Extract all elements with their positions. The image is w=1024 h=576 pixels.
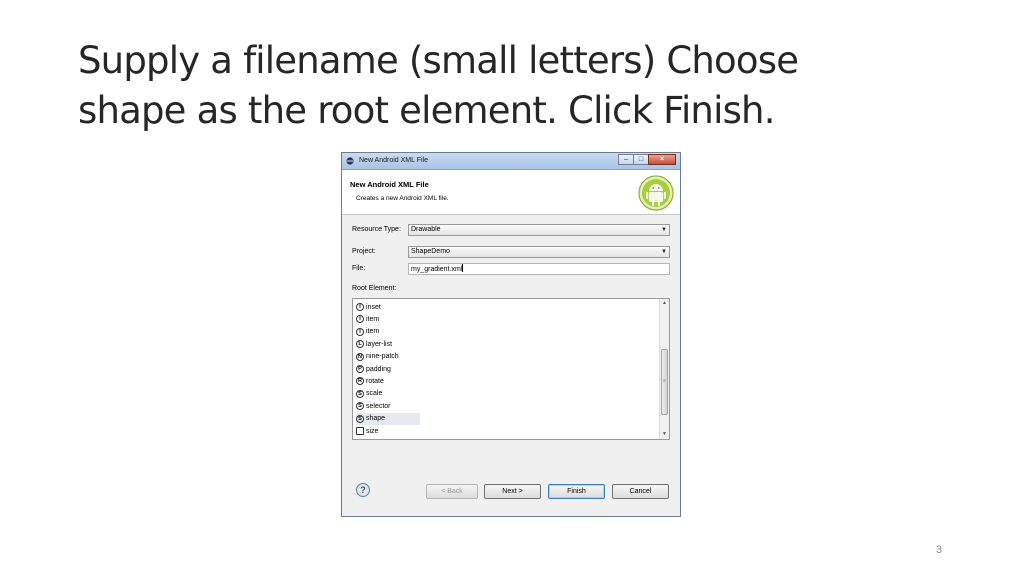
list-item[interactable]: Sscale	[356, 388, 420, 400]
project-label: Project:	[352, 248, 376, 255]
element-type-icon: P	[356, 365, 364, 373]
element-type-icon: I	[356, 327, 364, 336]
list-item-label: item	[366, 315, 380, 323]
eclipse-icon	[346, 157, 354, 165]
wizard-banner: New Android XML File Creates a new Andro…	[342, 170, 680, 215]
cancel-button[interactable]: Cancel	[612, 484, 669, 499]
list-item[interactable]: Iinset	[356, 301, 420, 313]
scroll-down-arrow-icon[interactable]: ▼	[660, 430, 669, 439]
element-type-icon: I	[356, 315, 364, 324]
list-item[interactable]: Llayer-list	[356, 338, 420, 350]
android-logo	[638, 175, 674, 211]
list-item-label: padding	[366, 365, 391, 373]
list-item-label: selector	[366, 402, 391, 410]
grip-icon: ≡	[663, 378, 666, 384]
resource-type-value: Drawable	[411, 226, 441, 233]
slide-title: Supply a filename (small letters) Choose…	[78, 36, 938, 136]
root-element-label: Root Element:	[352, 285, 397, 292]
element-type-icon: N	[356, 352, 364, 361]
list-item-label: shape	[366, 415, 386, 423]
list-item[interactable]: size	[356, 425, 420, 437]
dialog-titlebar[interactable]: New Android XML File – □ ×	[342, 153, 680, 170]
finish-button[interactable]: Finish	[548, 484, 605, 499]
slide-title-line-2: shape as the root element. Click Finish.	[78, 89, 775, 132]
minimize-icon: –	[624, 156, 628, 163]
list-item-label: rotate	[366, 377, 384, 385]
slide-page-number: 3	[936, 544, 943, 556]
project-select[interactable]: ShapeDemo ▼	[408, 246, 670, 258]
element-type-icon: S	[356, 402, 364, 411]
element-type-icon: S	[356, 389, 364, 398]
close-icon: ×	[659, 156, 665, 163]
back-button[interactable]: < Back	[426, 484, 478, 499]
list-item-label: size	[366, 427, 379, 435]
resource-type-row: Resource Type: Drawable ▼	[352, 224, 670, 236]
list-item[interactable]: Iitem	[356, 313, 420, 325]
file-name-value: my_gradient.xml	[411, 266, 463, 273]
list-item[interactable]: Sshape	[356, 412, 420, 425]
scroll-up-arrow-icon[interactable]: ▲	[660, 299, 669, 308]
list-item[interactable]: Ppadding	[356, 363, 420, 375]
slide-title-line-1: Supply a filename (small letters) Choose	[78, 39, 799, 82]
project-row: Project: ShapeDemo ▼	[352, 246, 670, 258]
resource-type-label: Resource Type:	[352, 226, 401, 233]
wizard-title: New Android XML File	[350, 180, 429, 189]
list-item-label: nine-patch	[366, 353, 399, 361]
maximize-button[interactable]: □	[633, 154, 649, 165]
list-item[interactable]: Rrotate	[356, 375, 420, 387]
list-item[interactable]: Iitem	[356, 326, 420, 338]
close-button[interactable]: ×	[648, 154, 676, 165]
element-type-icon	[356, 427, 364, 435]
chevron-down-icon: ▼	[661, 249, 667, 255]
chevron-down-icon: ▼	[661, 227, 667, 233]
list-item-label: scale	[366, 390, 383, 398]
file-row: File: my_gradient.xml	[352, 263, 670, 275]
text-caret	[462, 264, 464, 272]
element-type-icon: R	[356, 377, 364, 386]
root-element-list[interactable]: Iinset Iitem Iitem Llayer-list Nnine-patch Pp…	[352, 298, 670, 440]
list-item-label: layer-list	[366, 340, 393, 348]
new-android-xml-file-dialog: New Android XML File – □ × New Android X…	[341, 152, 681, 517]
list-item-label: inset	[366, 303, 381, 311]
element-type-icon: I	[356, 303, 364, 311]
dialog-window-title: New Android XML File	[359, 157, 428, 164]
wizard-description: Creates a new Android XML file.	[356, 195, 449, 202]
file-name-input[interactable]: my_gradient.xml	[408, 263, 670, 275]
list-scrollbar[interactable]: ▲ ≡ ▼	[659, 299, 669, 439]
list-item[interactable]: Sselector	[356, 400, 420, 412]
help-icon[interactable]: ?	[356, 483, 370, 497]
project-value: ShapeDemo	[411, 248, 450, 255]
file-label: File:	[352, 265, 366, 272]
maximize-icon: □	[638, 156, 644, 163]
window-controls: – □ ×	[618, 154, 676, 165]
list-item[interactable]: Nnine-patch	[356, 351, 420, 363]
element-type-icon: L	[356, 340, 364, 349]
element-type-icon: S	[356, 414, 364, 423]
scroll-thumb[interactable]: ≡	[661, 349, 668, 415]
next-button[interactable]: Next >	[484, 484, 541, 499]
dialog-footer: ? < Back Next > Finish Cancel	[342, 470, 680, 516]
list-item-label: item	[366, 328, 380, 336]
minimize-button[interactable]: –	[618, 154, 634, 165]
resource-type-select[interactable]: Drawable ▼	[408, 224, 670, 236]
